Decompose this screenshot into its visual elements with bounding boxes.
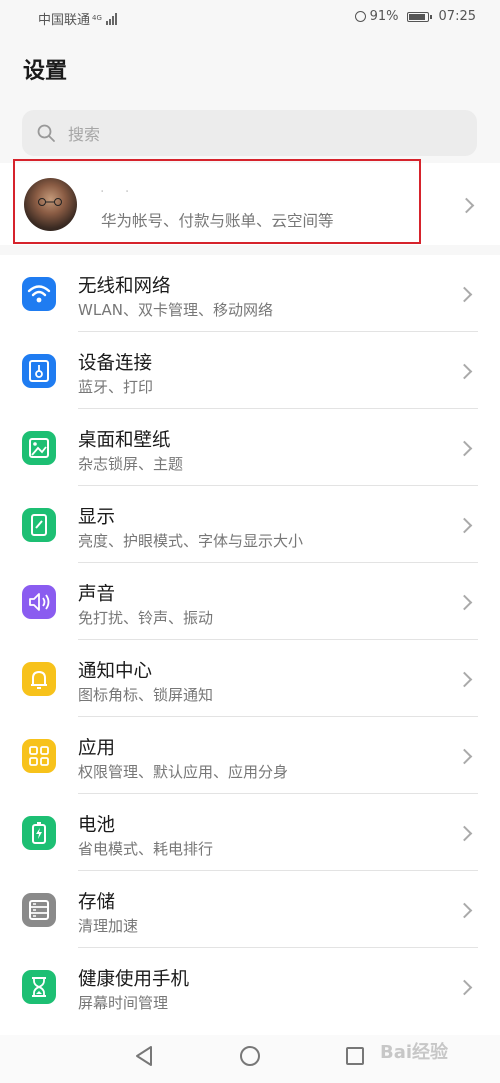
settings-item-desktop-wallpaper[interactable]: 桌面和壁纸 杂志锁屏、主题 [0,409,500,486]
chevron-right-icon [456,517,473,534]
device-connection-icon [22,354,56,388]
chevron-right-icon [456,594,473,611]
search-bar[interactable] [22,110,477,158]
digital-balance-icon [22,970,56,1004]
search-icon [37,124,55,142]
battery-setting-icon [22,816,56,850]
settings-item-subtitle: 权限管理、默认应用、应用分身 [78,763,289,781]
recent-apps-icon[interactable] [346,1047,364,1065]
settings-list: 无线和网络 WLAN、双卡管理、移动网络 设备连接 蓝牙、打印 桌面和壁纸 杂志… [0,255,500,1035]
page-title: 设置 [23,59,68,84]
chevron-right-icon [456,440,473,457]
settings-item-storage[interactable]: 存储 清理加速 [0,871,500,948]
alarm-icon [354,11,366,22]
notification-icon [22,662,56,696]
account-subtitle: 华为帐号、付款与账单、云空间等 [101,212,334,230]
settings-item-title: 电池 [78,815,116,836]
chevron-right-icon [456,748,473,765]
avatar[interactable] [24,178,77,231]
settings-item-apps[interactable]: 应用 权限管理、默认应用、应用分身 [0,717,500,794]
chevron-right-icon [456,902,473,919]
settings-item-title: 通知中心 [78,661,153,682]
status-bar: 中国联通 4G 91% 07:25 [0,0,500,36]
status-right: 91% 07:25 [354,9,476,24]
settings-item-wireless-network[interactable]: 无线和网络 WLAN、双卡管理、移动网络 [0,255,500,332]
battery-percent: 91% [369,9,399,24]
settings-item-subtitle: 蓝牙、打印 [78,378,154,396]
chevron-right-icon [456,363,473,380]
settings-item-title: 健康使用手机 [78,969,190,990]
chevron-right-icon [456,979,473,996]
settings-item-subtitle: 杂志锁屏、主题 [78,455,184,473]
settings-item-title: 应用 [78,738,116,759]
settings-item-title: 设备连接 [78,353,153,374]
signal-icon [105,12,117,25]
chevron-right-icon [456,286,473,303]
settings-item-subtitle: WLAN、双卡管理、移动网络 [78,301,274,319]
settings-item-digital-balance[interactable]: 健康使用手机 屏幕时间管理 [0,948,500,1025]
watermark: Bai经验 [380,1042,449,1063]
home-icon[interactable] [240,1046,260,1066]
settings-item-subtitle: 图标角标、锁屏通知 [78,686,214,704]
apps-icon [22,739,56,773]
settings-item-notifications[interactable]: 通知中心 图标角标、锁屏通知 [0,640,500,717]
chevron-right-icon [456,671,473,688]
account-name: · · [100,184,138,200]
settings-item-title: 桌面和壁纸 [78,430,171,451]
sound-icon [22,585,56,619]
back-icon[interactable] [134,1045,154,1067]
chevron-right-icon [456,825,473,842]
display-icon [22,508,56,542]
storage-icon [22,893,56,927]
settings-item-display[interactable]: 显示 亮度、护眼模式、字体与显示大小 [0,486,500,563]
settings-item-title: 显示 [78,507,116,528]
search-input[interactable] [66,110,450,158]
settings-item-title: 无线和网络 [78,276,171,297]
battery-icon [406,11,432,22]
settings-item-subtitle: 清理加速 [78,917,139,935]
settings-item-subtitle: 省电模式、耗电排行 [78,840,214,858]
avatar-glasses [38,198,62,206]
network-type: 4G [92,14,102,22]
settings-item-sound[interactable]: 声音 免打扰、铃声、振动 [0,563,500,640]
settings-item-battery[interactable]: 电池 省电模式、耗电排行 [0,794,500,871]
clock: 07:25 [438,9,476,24]
carrier-name: 中国联通 [38,13,91,28]
settings-item-title: 声音 [78,584,116,605]
settings-item-subtitle: 免打扰、铃声、振动 [78,609,214,627]
settings-item-title: 存储 [78,892,116,913]
status-left: 中国联通 4G [38,9,117,28]
settings-item-subtitle: 亮度、护眼模式、字体与显示大小 [78,532,304,550]
wifi-icon [22,277,56,311]
wallpaper-icon [22,431,56,465]
settings-item-subtitle: 屏幕时间管理 [78,994,169,1012]
settings-item-device-connection[interactable]: 设备连接 蓝牙、打印 [0,332,500,409]
